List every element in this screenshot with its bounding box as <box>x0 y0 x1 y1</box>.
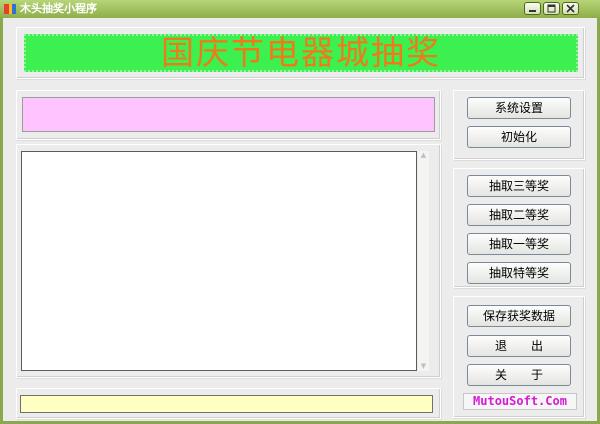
maximize-button[interactable] <box>543 2 560 15</box>
about-button[interactable]: 关 于 <box>467 364 571 386</box>
close-icon <box>566 4 575 13</box>
winners-list[interactable] <box>21 151 417 371</box>
brand-link[interactable]: MutouSoft.Com <box>463 393 577 410</box>
scroll-down-arrow-icon[interactable]: ▼ <box>418 362 429 371</box>
save-winners-button[interactable]: 保存获奖数据 <box>467 305 571 327</box>
vertical-scrollbar[interactable]: ▲ ▼ <box>418 151 429 371</box>
title-bar[interactable]: 木头抽奖小程序 <box>0 0 600 18</box>
draw-second-prize-button[interactable]: 抽取二等奖 <box>467 204 571 226</box>
current-winner-display <box>22 97 435 132</box>
status-field <box>20 395 433 413</box>
minimize-button[interactable] <box>524 2 541 15</box>
window-title: 木头抽奖小程序 <box>20 2 97 15</box>
exit-button[interactable]: 退 出 <box>467 335 571 357</box>
app-icon <box>4 4 16 14</box>
initialize-button[interactable]: 初始化 <box>467 126 571 148</box>
minimize-icon <box>529 10 536 12</box>
banner: 国庆节电器城抽奖 <box>24 34 578 72</box>
draw-third-prize-button[interactable]: 抽取三等奖 <box>467 175 571 197</box>
scroll-up-arrow-icon[interactable]: ▲ <box>418 151 429 160</box>
system-settings-button[interactable]: 系统设置 <box>467 97 571 119</box>
draw-first-prize-button[interactable]: 抽取一等奖 <box>467 233 571 255</box>
maximize-icon <box>547 4 556 13</box>
banner-title: 国庆节电器城抽奖 <box>161 33 441 72</box>
app-window: 木头抽奖小程序 国庆节电器城抽奖 ▲ ▼ 系统设置 初始化 抽取三等奖 抽取二等… <box>0 0 600 424</box>
draw-special-prize-button[interactable]: 抽取特等奖 <box>467 262 571 284</box>
close-button[interactable] <box>562 2 579 15</box>
